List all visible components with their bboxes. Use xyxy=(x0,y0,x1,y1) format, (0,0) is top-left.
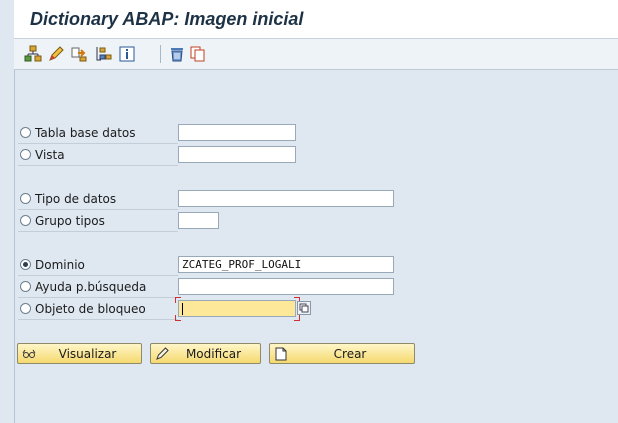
radio-tabla[interactable] xyxy=(20,127,31,138)
display-button-label: Visualizar xyxy=(58,347,117,361)
trash-icon[interactable] xyxy=(168,45,186,63)
option-row-dominio: Dominio xyxy=(18,256,178,276)
dominio-field[interactable]: ZCATEG_PROF_LOGALI xyxy=(178,256,394,273)
radio-grupo[interactable] xyxy=(20,215,31,226)
label-tipo: Tipo de datos xyxy=(35,192,117,206)
create-button-label: Crear xyxy=(333,347,367,361)
ayuda-field[interactable] xyxy=(178,278,394,295)
label-vista: Vista xyxy=(35,148,65,162)
copy-icon[interactable] xyxy=(189,45,207,63)
option-row-bloqueo: Objeto de bloqueo xyxy=(18,300,178,320)
page-title: Dictionary ABAP: Imagen inicial xyxy=(30,9,304,29)
option-row-ayuda: Ayuda p.búsqueda xyxy=(18,278,178,298)
pencil-icon[interactable] xyxy=(47,45,65,63)
info-icon[interactable] xyxy=(118,45,136,63)
where-used-icon[interactable] xyxy=(70,45,88,63)
label-tabla: Tabla base datos xyxy=(35,126,136,140)
grupo-field[interactable] xyxy=(178,212,219,229)
label-dominio: Dominio xyxy=(35,258,85,272)
value-help-icon xyxy=(299,303,309,313)
label-ayuda: Ayuda p.búsqueda xyxy=(35,280,147,294)
bloqueo-field[interactable] xyxy=(178,300,296,317)
display-button[interactable]: Visualizar xyxy=(17,343,142,364)
object-list-icon[interactable] xyxy=(94,45,112,63)
option-row-tabla: Tabla base datos xyxy=(18,124,178,144)
option-row-vista: Vista xyxy=(18,146,178,166)
radio-dominio[interactable] xyxy=(20,259,31,270)
vista-field[interactable] xyxy=(178,146,296,163)
radio-tipo[interactable] xyxy=(20,193,31,204)
hierarchy-icon[interactable] xyxy=(24,45,42,63)
tabla-field[interactable] xyxy=(178,124,296,141)
value-help-button[interactable] xyxy=(297,301,311,315)
toolbar-separator xyxy=(160,45,161,63)
option-row-grupo: Grupo tipos xyxy=(18,212,178,232)
create-button[interactable]: Crear xyxy=(269,343,415,364)
focus-corner-tl xyxy=(175,297,181,303)
focus-corner-bl xyxy=(175,315,181,321)
change-button[interactable]: Modificar xyxy=(150,343,261,364)
label-grupo: Grupo tipos xyxy=(35,214,105,228)
change-button-label: Modificar xyxy=(185,347,242,361)
radio-ayuda[interactable] xyxy=(20,281,31,292)
application-toolbar xyxy=(14,39,618,70)
title-bar: Dictionary ABAP: Imagen inicial xyxy=(14,0,618,39)
label-bloqueo: Objeto de bloqueo xyxy=(35,302,146,316)
option-row-tipo: Tipo de datos xyxy=(18,190,178,210)
focus-corner-br xyxy=(294,315,300,321)
radio-vista[interactable] xyxy=(20,149,31,160)
radio-bloqueo[interactable] xyxy=(20,303,31,314)
tipo-field[interactable] xyxy=(178,190,394,207)
